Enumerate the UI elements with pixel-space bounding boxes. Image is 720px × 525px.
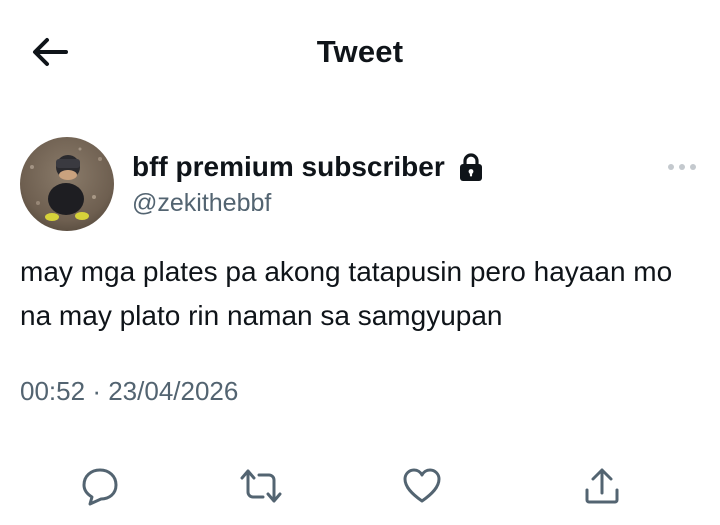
tweet-actions — [0, 458, 720, 514]
retweet-icon — [240, 469, 282, 503]
timestamp-separator: · — [92, 376, 101, 406]
page-title: Tweet — [316, 34, 404, 69]
lock-icon — [457, 151, 485, 183]
reply-icon — [82, 468, 118, 506]
share-icon — [585, 468, 619, 504]
tweet-date: 23/04/2026 — [108, 376, 239, 406]
top-bar: Tweet — [0, 0, 720, 105]
tweet-time: 00:52 — [20, 376, 86, 406]
share-button[interactable] — [574, 458, 630, 514]
display-name-row: bff premium subscriber — [132, 149, 485, 185]
more-options-button[interactable] — [664, 155, 700, 179]
display-name[interactable]: bff premium subscriber — [132, 151, 445, 183]
user-handle[interactable]: @zekithebbf — [132, 189, 485, 218]
author-names: bff premium subscriber @zekithebbf — [132, 149, 485, 218]
tweet-text: may mga plates pa akong tatapusin pero h… — [20, 256, 673, 331]
avatar-image — [20, 137, 114, 231]
reply-button[interactable] — [72, 458, 128, 514]
like-button[interactable] — [394, 458, 450, 514]
retweet-button[interactable] — [233, 458, 289, 514]
tweet-author: bff premium subscriber @zekithebbf — [20, 137, 700, 232]
avatar[interactable] — [20, 137, 114, 231]
more-horizontal-icon — [668, 164, 696, 170]
tweet-timestamp[interactable]: 00:52 · 23/04/2026 — [20, 376, 238, 407]
like-icon — [403, 468, 441, 503]
